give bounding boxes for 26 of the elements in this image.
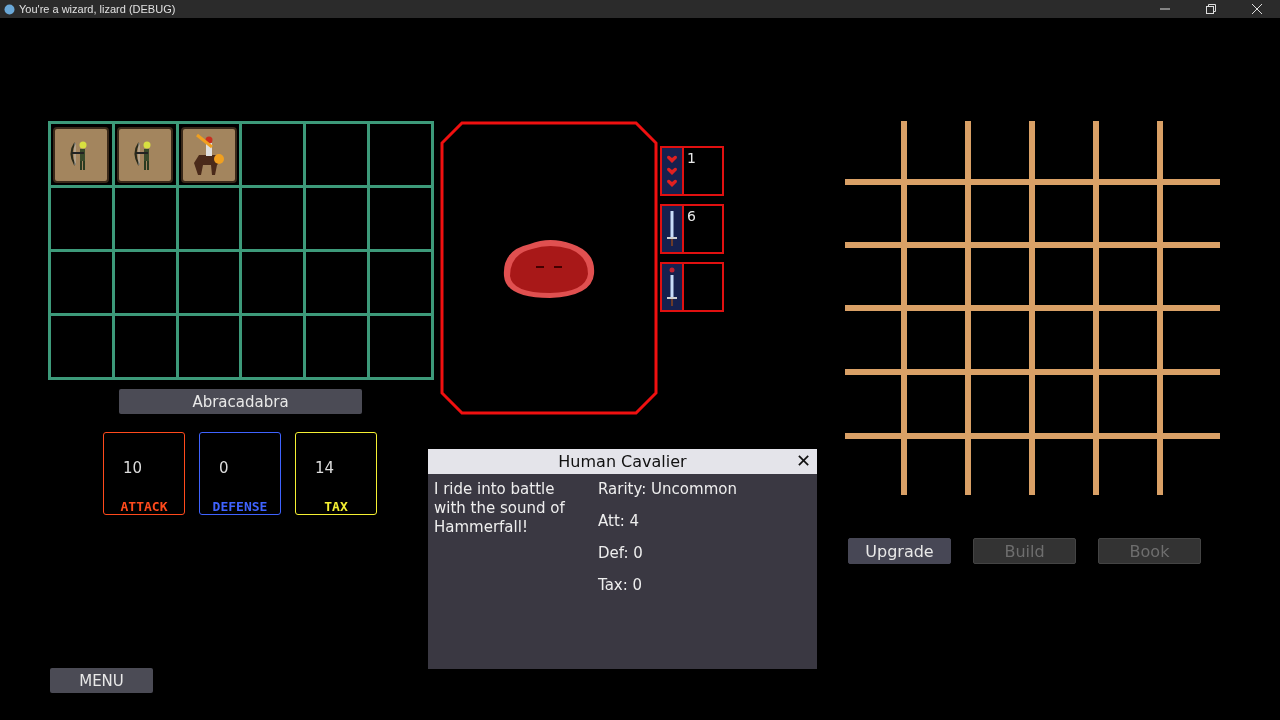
detail-text: Att: 4 (598, 512, 641, 531)
restore-icon (1206, 4, 1216, 14)
dialog-title: Human Cavalier (558, 452, 687, 471)
stat-value: 10 (123, 459, 144, 477)
gem-sword-icon (666, 266, 678, 308)
inventory-slot[interactable] (178, 188, 240, 249)
stat-value: 0 (219, 459, 230, 477)
card-stat-value: 1 (687, 150, 696, 166)
detail-text: Rarity: Uncommon (598, 480, 737, 499)
card-stat-value: 6 (687, 208, 696, 224)
close-icon (1252, 4, 1262, 14)
description-text: I ride into battle with the sound of Hammerfall! (434, 480, 566, 538)
stat-label: ATTACK (119, 500, 169, 514)
stat-value: 14 (315, 459, 336, 477)
inventory-slot[interactable] (178, 316, 240, 377)
name-button[interactable]: Abracadabra (119, 389, 362, 414)
app-icon (4, 3, 15, 15)
detail-text: Def: 0 (598, 544, 644, 563)
menu-button[interactable]: MENU (50, 668, 153, 693)
detail-text: Tax: 0 (598, 576, 644, 595)
window-title: You're a wizard, lizard (DEBUG) (19, 3, 177, 15)
stat-label: DEFENSE (211, 500, 269, 514)
close-button[interactable]: ✕ (794, 450, 813, 472)
action-button[interactable]: Upgrade (848, 538, 951, 564)
stat-label: TAX (323, 500, 349, 514)
inventory-slot[interactable] (178, 252, 240, 313)
